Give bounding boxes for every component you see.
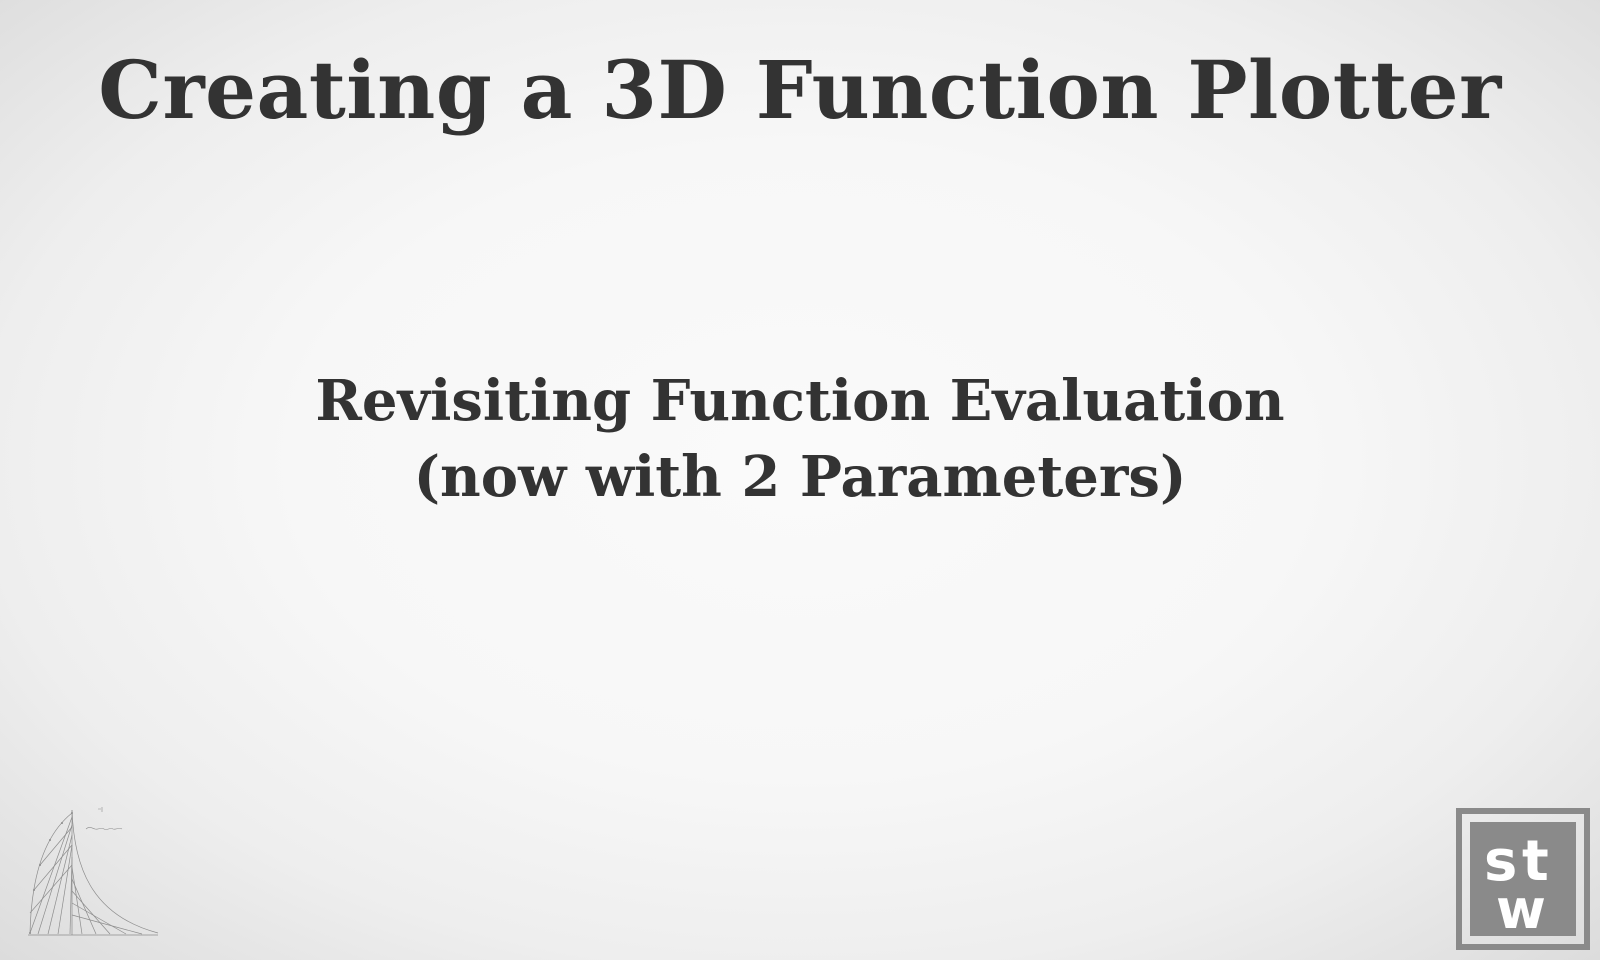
- stw-logo: s t w: [1456, 808, 1590, 950]
- subtitle-line-2: (now with 2 Parameters): [413, 444, 1187, 510]
- logo-letter-w: w: [1496, 878, 1546, 941]
- slide-title: Creating a 3D Function Plotter: [98, 43, 1502, 137]
- curve-sketch-icon: [28, 807, 159, 936]
- subtitle-line-1: Revisiting Function Evaluation: [315, 368, 1285, 434]
- slide: Creating a 3D Function Plotter Revisitin…: [0, 0, 1600, 960]
- slide-subtitle: Revisiting Function Evaluation (now with…: [0, 363, 1600, 515]
